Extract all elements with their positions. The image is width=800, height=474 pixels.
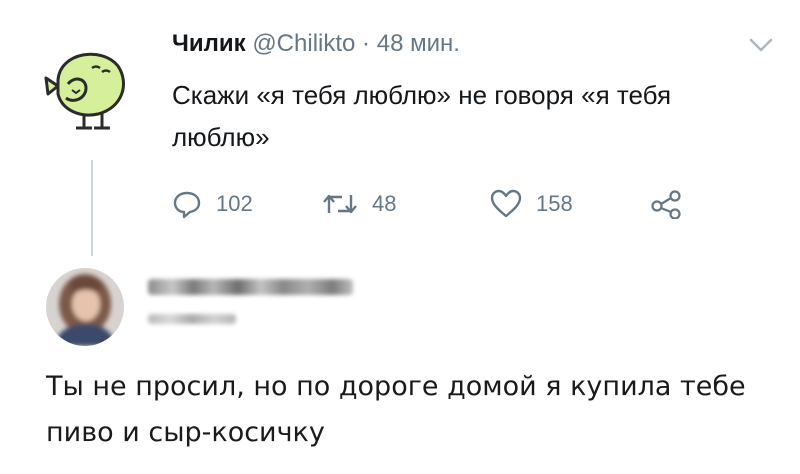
share-button[interactable] <box>650 184 698 224</box>
tweet-header: Чилик @Chilikto · 48 мин. <box>172 30 460 58</box>
reply-button[interactable]: 102 <box>172 184 253 224</box>
author-name[interactable]: Чилик <box>172 30 246 57</box>
reply-author-avatar[interactable] <box>46 268 124 346</box>
separator: · <box>362 30 371 57</box>
reply-text: Ты не просил, но по дороге домой я купил… <box>46 371 746 448</box>
retweet-count: 48 <box>372 191 397 216</box>
share-icon <box>651 190 681 219</box>
retweet-icon <box>323 194 357 214</box>
tweet-thread: Чилик @Chilikto · 48 мин. Скажи «я тебя … <box>0 0 800 474</box>
chevron-down-icon[interactable] <box>748 36 774 54</box>
reply-avatar-photo <box>46 268 124 346</box>
heart-icon <box>490 189 522 218</box>
thread-connector <box>91 160 93 256</box>
reply-icon <box>173 191 201 219</box>
author-handle[interactable]: @Chilikto <box>252 30 355 57</box>
reply-author-handle-blurred <box>148 314 236 324</box>
bird-avatar-icon <box>44 52 125 130</box>
tweet-text: Скажи «я тебя люблю» не говоря «я тебя л… <box>172 80 672 152</box>
author-avatar[interactable] <box>40 38 130 134</box>
reply-count: 102 <box>216 191 253 216</box>
reply-author-name-blurred <box>148 279 353 295</box>
like-button[interactable]: 158 <box>490 184 573 224</box>
like-count: 158 <box>536 191 573 216</box>
tweet-time[interactable]: 48 мин. <box>377 30 460 57</box>
retweet-button[interactable]: 48 <box>322 184 396 224</box>
